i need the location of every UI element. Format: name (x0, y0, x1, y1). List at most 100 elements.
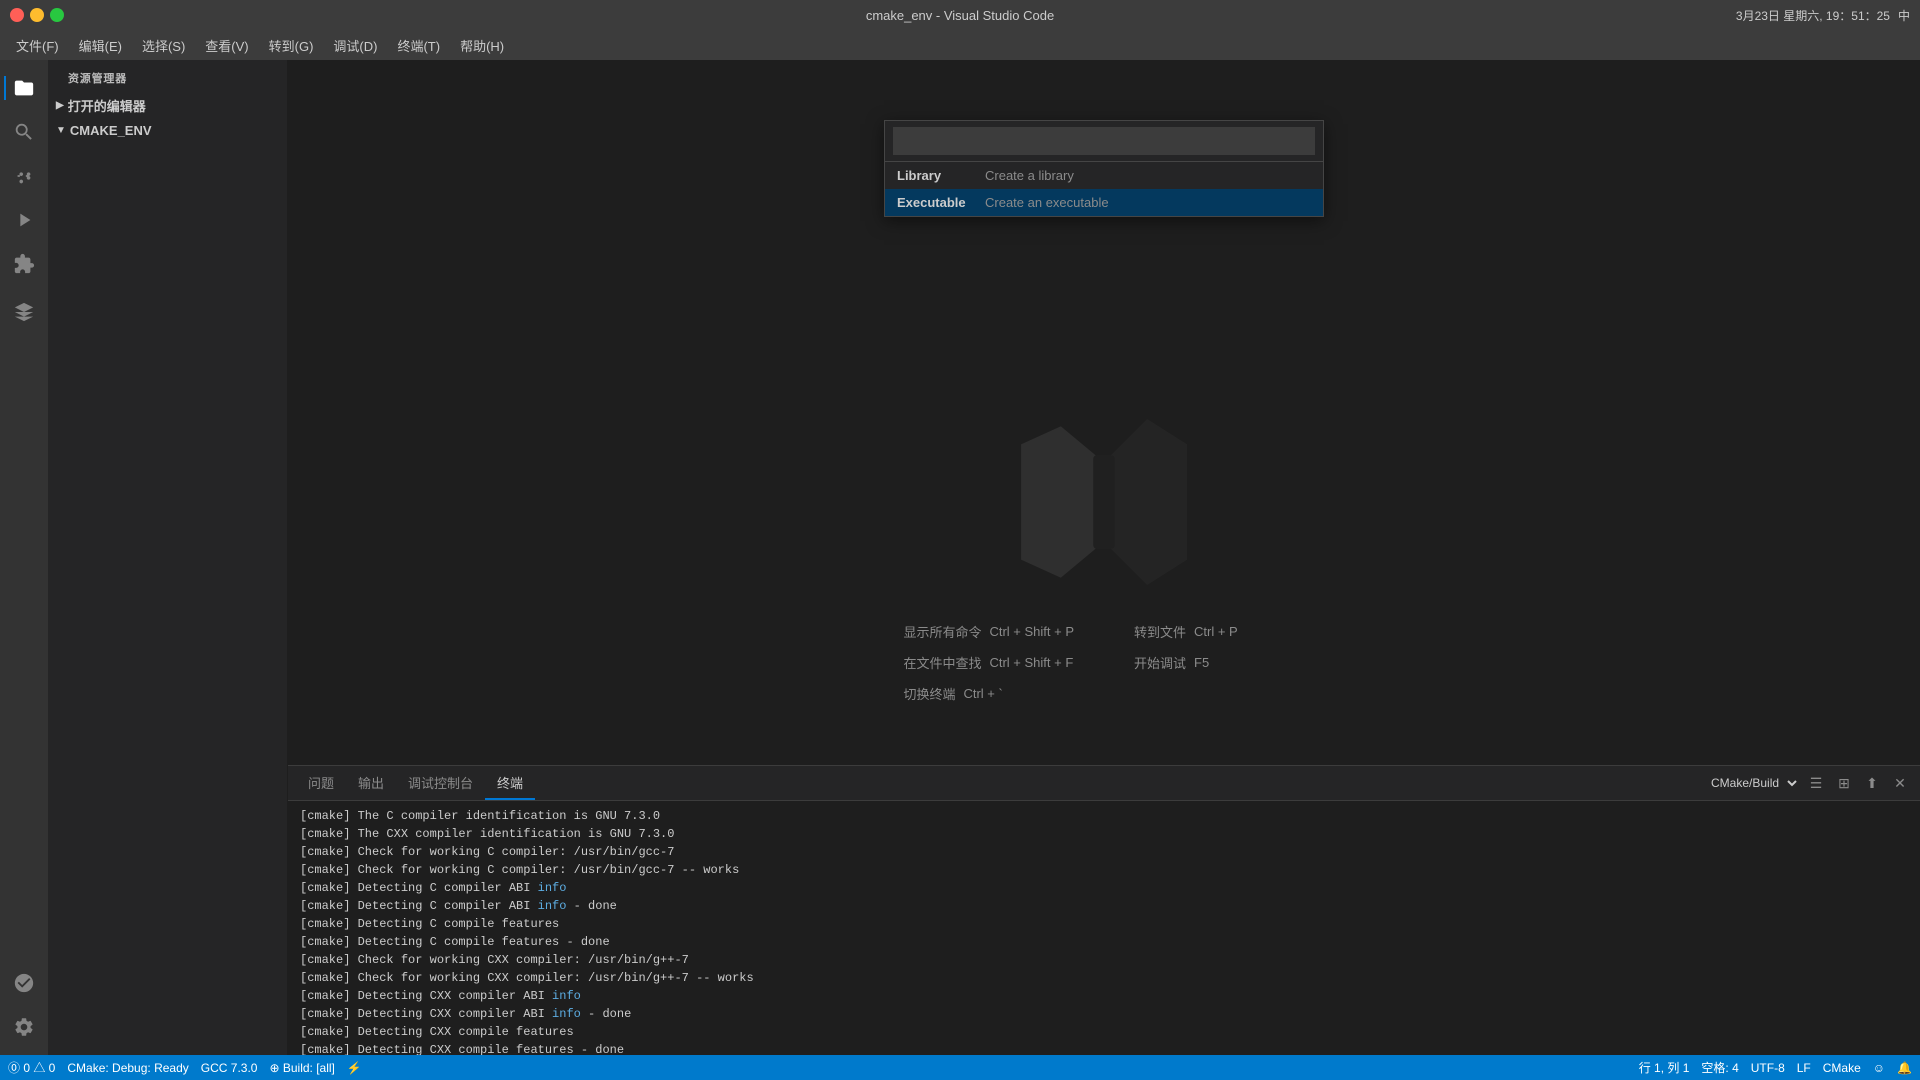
shortcut-label-find: 在文件中查找 (903, 653, 981, 672)
sidebar: 资源管理器 ▶ 打开的编辑器 ▼ CMAKE_ENV (48, 60, 288, 1055)
activity-run[interactable] (4, 200, 44, 240)
status-bar: ⓪ 0 △ 0 CMake: Debug: Ready GCC 7.3.0 ⊕ … (0, 1055, 1920, 1080)
status-build-all[interactable]: ⊕ Build: [all] (269, 1061, 334, 1075)
menu-debug[interactable]: 调试(D) (325, 32, 385, 59)
dropdown-item-executable[interactable]: Executable Create an executable (885, 189, 1323, 216)
activity-settings[interactable] (4, 1007, 44, 1047)
term-line-2: [cmake] The CXX compiler identification … (300, 825, 1908, 843)
term-line-5: [cmake] Detecting C compiler ABI info (300, 879, 1908, 897)
term-line-3: [cmake] Check for working C compiler: /u… (300, 843, 1908, 861)
command-input-container (885, 121, 1323, 162)
activity-cmake[interactable] (4, 292, 44, 332)
panel-tab-terminal[interactable]: 终端 (485, 767, 535, 800)
term-line-14: [cmake] Detecting CXX compile features -… (300, 1041, 1908, 1056)
menu-help[interactable]: 帮助(H) (452, 32, 512, 59)
maximize-button[interactable] (50, 8, 64, 22)
status-lightning[interactable]: ⚡ (347, 1061, 362, 1075)
activity-source-control[interactable] (4, 156, 44, 196)
shortcuts-list: 显示所有命令 Ctrl + Shift + P 转到文件 Ctrl + P 在文… (903, 622, 1304, 703)
sidebar-section-label: 打开的编辑器 (68, 96, 146, 115)
close-button[interactable] (10, 8, 24, 22)
collapse-arrow-cmake-env: ▼ (56, 125, 66, 136)
term-info-1: info (538, 881, 567, 895)
term-info-4: info (552, 1007, 581, 1021)
menu-terminal[interactable]: 终端(T) (389, 32, 448, 59)
status-notification-bell[interactable]: 🔔 (1897, 1061, 1912, 1075)
activity-search[interactable] (4, 112, 44, 152)
dropdown-item-library[interactable]: Library Create a library (885, 162, 1323, 189)
shortcut-label-terminal: 切换终端 (903, 684, 955, 703)
panel-action-list[interactable]: ☰ (1804, 771, 1828, 795)
status-cursor-position[interactable]: 行 1, 列 1 (1639, 1059, 1690, 1076)
panel-select-cmake-build[interactable]: CMake/Build (1703, 773, 1800, 793)
activity-extensions[interactable] (4, 244, 44, 284)
status-bar-left: ⓪ 0 △ 0 CMake: Debug: Ready GCC 7.3.0 ⊕ … (8, 1059, 362, 1076)
panel-action-close[interactable]: ✕ (1888, 771, 1912, 795)
term-line-10: [cmake] Check for working CXX compiler: … (300, 969, 1908, 987)
shortcut-label-debug: 开始调试 (1134, 653, 1186, 672)
title-bar-controls (10, 8, 64, 22)
window-title: cmake_env - Visual Studio Code (866, 8, 1054, 23)
vscode-logo (1014, 412, 1194, 592)
status-encoding[interactable]: UTF-8 (1751, 1061, 1785, 1075)
status-errors-warnings[interactable]: ⓪ 0 △ 0 (8, 1059, 55, 1076)
terminal-content: [cmake] The C compiler identification is… (288, 801, 1920, 1056)
welcome-content: 显示所有命令 Ctrl + Shift + P 转到文件 Ctrl + P 在文… (903, 412, 1304, 703)
status-gcc-version[interactable]: GCC 7.3.0 (201, 1061, 258, 1075)
term-line-7: [cmake] Detecting C compile features (300, 915, 1908, 933)
panel-tab-output[interactable]: 输出 (346, 767, 396, 800)
status-spaces[interactable]: 空格: 4 (1701, 1059, 1738, 1076)
command-dropdown: Library Create a library Executable Crea… (884, 120, 1324, 217)
panel-tab-debug-console[interactable]: 调试控制台 (396, 767, 485, 800)
shortcut-all-commands: 显示所有命令 Ctrl + Shift + P (903, 622, 1074, 641)
shortcut-key-goto: Ctrl + P (1194, 624, 1238, 639)
status-cmake-ready[interactable]: CMake: Debug: Ready (67, 1061, 188, 1075)
shortcut-key-find: Ctrl + Shift + F (989, 655, 1073, 670)
term-line-11: [cmake] Detecting CXX compiler ABI info (300, 987, 1908, 1005)
term-info-2: info (538, 899, 567, 913)
term-line-6: [cmake] Detecting C compiler ABI info - … (300, 897, 1908, 915)
activity-bar-bottom (4, 963, 44, 1047)
panel-tab-problems[interactable]: 问题 (296, 767, 346, 800)
menu-goto[interactable]: 转到(G) (261, 32, 322, 59)
shortcut-key-debug: F5 (1194, 655, 1209, 670)
activity-explorer[interactable] (4, 68, 44, 108)
window-title-text: cmake_env - Visual Studio Code (866, 8, 1054, 23)
sidebar-cmake-label: CMAKE_ENV (70, 123, 152, 138)
main-layout: 资源管理器 ▶ 打开的编辑器 ▼ CMAKE_ENV Library Creat… (0, 60, 1920, 1055)
term-line-8: [cmake] Detecting C compile features - d… (300, 933, 1908, 951)
dropdown-desc-library: Create a library (985, 168, 1074, 183)
menu-bar: 文件(F) 编辑(E) 选择(S) 查看(V) 转到(G) 调试(D) 终端(T… (0, 30, 1920, 60)
menu-file[interactable]: 文件(F) (8, 32, 67, 59)
status-line-ending[interactable]: LF (1797, 1061, 1811, 1075)
shortcut-key-terminal: Ctrl + ` (963, 686, 1002, 701)
term-line-13: [cmake] Detecting CXX compile features (300, 1023, 1908, 1041)
editor-area: Library Create a library Executable Crea… (288, 60, 1920, 1055)
shortcut-label-commands: 显示所有命令 (903, 622, 981, 641)
collapse-arrow-open-editors: ▶ (56, 100, 64, 111)
menu-select[interactable]: 选择(S) (134, 32, 193, 59)
panel-action-split[interactable]: ⊞ (1832, 771, 1856, 795)
menu-edit[interactable]: 编辑(E) (71, 32, 130, 59)
sidebar-section-open-editors[interactable]: ▶ 打开的编辑器 (48, 92, 287, 119)
menu-view[interactable]: 查看(V) (197, 32, 256, 59)
activity-accounts[interactable] (4, 963, 44, 1003)
sidebar-header: 资源管理器 (48, 60, 287, 92)
status-language[interactable]: CMake (1823, 1061, 1861, 1075)
title-bar: cmake_env - Visual Studio Code 3月23日 星期六… (0, 0, 1920, 30)
status-smiley[interactable]: ☺ (1873, 1061, 1885, 1075)
panel-actions: CMake/Build ☰ ⊞ ⬆ ✕ (1703, 771, 1912, 795)
dropdown-keyword-library: Library (897, 168, 977, 183)
minimize-button[interactable] (30, 8, 44, 22)
panel-action-maximize[interactable]: ⬆ (1860, 771, 1884, 795)
datetime: 3月23日 星期六, 19：51：25 (1736, 7, 1890, 24)
shortcut-toggle-terminal: 切换终端 Ctrl + ` (903, 684, 1074, 703)
sidebar-section-cmake-env[interactable]: ▼ CMAKE_ENV (48, 119, 287, 142)
shortcut-key-commands: Ctrl + Shift + P (989, 624, 1074, 639)
command-input[interactable] (893, 127, 1315, 155)
ime-indicator: 中 (1898, 7, 1910, 24)
shortcut-start-debug: 开始调试 F5 (1134, 653, 1305, 672)
panel: 问题 输出 调试控制台 终端 CMake/Build ☰ ⊞ ⬆ ✕ [cmak… (288, 765, 1920, 1055)
status-bar-right: 行 1, 列 1 空格: 4 UTF-8 LF CMake ☺ 🔔 (1639, 1059, 1912, 1076)
term-line-4: [cmake] Check for working C compiler: /u… (300, 861, 1908, 879)
